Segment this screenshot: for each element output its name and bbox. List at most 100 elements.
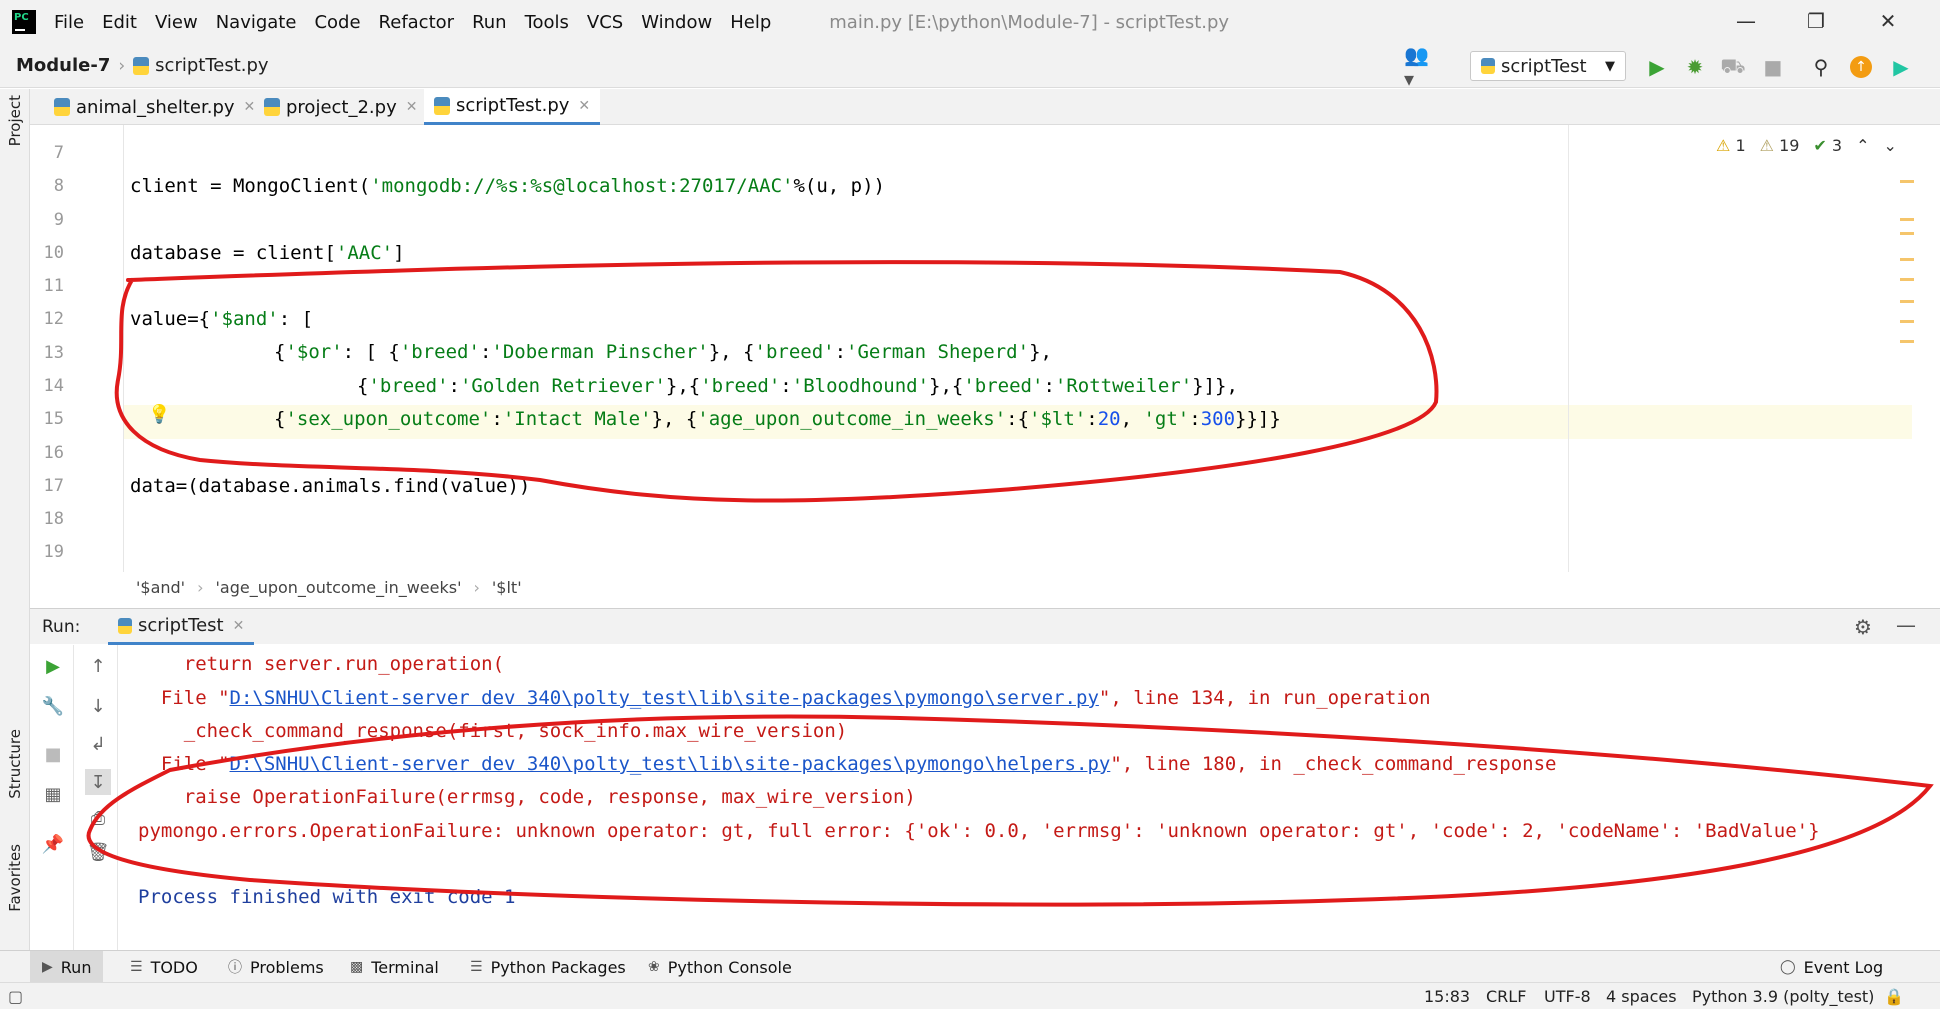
arrow-down-icon[interactable]: ↓	[85, 693, 111, 719]
line-number: 16	[43, 443, 64, 463]
menu-navigate[interactable]: Navigate	[216, 12, 297, 33]
tool-python-console[interactable]: ❀ Python Console	[648, 951, 792, 983]
close-window-icon[interactable]: ✕	[1868, 6, 1908, 36]
tab-animal-shelter[interactable]: animal_shelter.py ✕	[44, 89, 265, 125]
line-number: 18	[43, 509, 64, 529]
process-exit-line: Process finished with exit code 1	[138, 886, 516, 908]
tool-terminal[interactable]: ▩ Terminal	[350, 951, 439, 983]
update-icon[interactable]: ↑	[1848, 54, 1874, 80]
line-number: 13	[43, 343, 64, 363]
menu-window[interactable]: Window	[641, 12, 712, 33]
line-number: 9	[53, 210, 64, 230]
coverage-icon[interactable]: ⛟	[1720, 54, 1746, 80]
hide-panel-icon[interactable]: —	[1896, 613, 1916, 637]
soft-wrap-icon[interactable]: ↲	[85, 731, 111, 757]
print-icon[interactable]: ⎙	[85, 805, 111, 831]
python-console-icon: ❀	[648, 959, 660, 975]
run-tab-script-test[interactable]: scriptTest ✕	[108, 609, 255, 645]
tool-python-packages[interactable]: ☰ Python Packages	[470, 951, 626, 983]
menu-bar: PC File Edit View Navigate Code Refactor…	[0, 0, 1940, 44]
menu-edit[interactable]: Edit	[102, 12, 137, 33]
tab-script-test[interactable]: scriptTest.py ✕	[424, 89, 601, 125]
menu-view[interactable]: View	[155, 12, 198, 33]
menu-tools[interactable]: Tools	[525, 12, 569, 33]
run-icon[interactable]: ▶	[1644, 54, 1670, 80]
project-panel-toggle[interactable]: Project	[6, 95, 24, 146]
tab-project-2[interactable]: project_2.py ✕	[254, 89, 427, 125]
search-icon[interactable]: ⚲	[1808, 54, 1834, 80]
restore-icon[interactable]: ❐	[1796, 6, 1836, 36]
user-icon[interactable]: 👥▾	[1404, 43, 1430, 91]
tool-run[interactable]: ▶ Run	[30, 951, 104, 983]
code-line-14: {'breed':'Golden Retriever'},{'breed':'B…	[357, 375, 1238, 397]
menu-vcs[interactable]: VCS	[587, 12, 623, 33]
line-number: 10	[43, 243, 64, 263]
chevron-down-icon[interactable]: ⌄	[1884, 136, 1897, 155]
line-number: 7	[53, 143, 64, 163]
typos-count[interactable]: ✔ 3	[1813, 136, 1842, 155]
tool-todo[interactable]: ☰ TODO	[130, 951, 198, 983]
close-icon[interactable]: ✕	[233, 618, 245, 634]
trash-icon[interactable]: 🗑	[85, 839, 111, 865]
nav-file[interactable]: scriptTest.py	[155, 55, 268, 76]
tool-problems[interactable]: ⓘ Problems	[228, 951, 324, 983]
python-file-icon	[434, 96, 450, 115]
breadcrumb-item[interactable]: '$lt'	[492, 578, 522, 597]
structure-panel-toggle[interactable]: Structure	[6, 729, 24, 799]
python-file-icon	[133, 56, 150, 75]
close-icon[interactable]: ✕	[406, 99, 418, 115]
rerun-icon[interactable]: ▶	[40, 653, 66, 679]
chevron-up-icon[interactable]: ⌃	[1856, 136, 1869, 155]
warnings-count[interactable]: ⚠ 19	[1760, 136, 1800, 155]
run-panel-title: Run:	[42, 616, 81, 637]
run-config-select[interactable]: scriptTest ▼	[1470, 51, 1626, 81]
line-number: 8	[53, 176, 64, 196]
layout-icon[interactable]: ▦	[40, 781, 66, 807]
gear-icon[interactable]: ⚙	[1854, 615, 1872, 639]
file-link[interactable]: D:\SNHU\Client-server dev 340\polty_test…	[230, 687, 1099, 709]
minimize-icon[interactable]: —	[1726, 6, 1766, 36]
tool-event-log[interactable]: ◯ Event Log	[1780, 951, 1883, 983]
menu-file[interactable]: File	[54, 12, 84, 33]
favorites-panel-toggle[interactable]: Favorites	[6, 844, 24, 912]
editor-error-stripe[interactable]	[1900, 130, 1920, 430]
code-line-8: client = MongoClient('mongodb://%s:%s@lo…	[130, 175, 885, 197]
tab-label: animal_shelter.py	[76, 96, 235, 118]
status-indent[interactable]: 4 spaces	[1606, 987, 1677, 1006]
console-line: File "D:\SNHU\Client-server dev 340\polt…	[138, 753, 1557, 775]
close-icon[interactable]: ✕	[578, 98, 590, 114]
run-config-label: scriptTest	[1501, 55, 1587, 77]
layout-toggle-icon[interactable]: ▢	[8, 987, 23, 1006]
status-line-separator[interactable]: CRLF	[1486, 987, 1526, 1006]
debug-icon[interactable]: ✹	[1682, 54, 1708, 80]
stop-icon[interactable]: ■	[40, 741, 66, 767]
event-log-icon: ◯	[1780, 959, 1796, 975]
menu-code[interactable]: Code	[314, 12, 360, 33]
file-link[interactable]: D:\SNHU\Client-server dev 340\polty_test…	[230, 753, 1111, 775]
breadcrumb-item[interactable]: '$and'	[136, 578, 185, 597]
status-encoding[interactable]: UTF-8	[1544, 987, 1591, 1006]
console-line: raise OperationFailure(errmsg, code, res…	[138, 786, 916, 808]
menu-help[interactable]: Help	[730, 12, 771, 33]
console-line: File "D:\SNHU\Client-server dev 340\polt…	[138, 687, 1431, 709]
jetbrains-icon[interactable]: ▶	[1888, 54, 1914, 80]
status-position[interactable]: 15:83	[1424, 987, 1470, 1006]
menu-run[interactable]: Run	[472, 12, 507, 33]
lock-icon[interactable]: 🔒	[1884, 987, 1904, 1006]
lightbulb-icon[interactable]: 💡	[148, 404, 170, 425]
run-tab-label: scriptTest	[138, 615, 224, 636]
wrench-icon[interactable]: 🔧	[40, 693, 66, 719]
inspection-widget[interactable]: ⚠ 1 ⚠ 19 ✔ 3 ⌃ ⌄	[1716, 136, 1897, 155]
line-number: 19	[43, 542, 64, 562]
status-interpreter[interactable]: Python 3.9 (polty_test)	[1692, 987, 1874, 1006]
errors-count[interactable]: ⚠ 1	[1716, 136, 1746, 155]
scroll-to-end-icon[interactable]: ↧	[85, 769, 111, 795]
pin-icon[interactable]: 📌	[40, 831, 66, 857]
breadcrumb-item[interactable]: 'age_upon_outcome_in_weeks'	[215, 578, 461, 597]
stop-icon[interactable]: ■	[1760, 54, 1786, 80]
nav-project[interactable]: Module-7	[16, 55, 110, 76]
check-icon: ✔	[1813, 136, 1827, 155]
run-console-output[interactable]: return server.run_operation( File "D:\SN…	[118, 645, 1940, 950]
menu-refactor[interactable]: Refactor	[379, 12, 455, 33]
arrow-up-icon[interactable]: ↑	[85, 653, 111, 679]
